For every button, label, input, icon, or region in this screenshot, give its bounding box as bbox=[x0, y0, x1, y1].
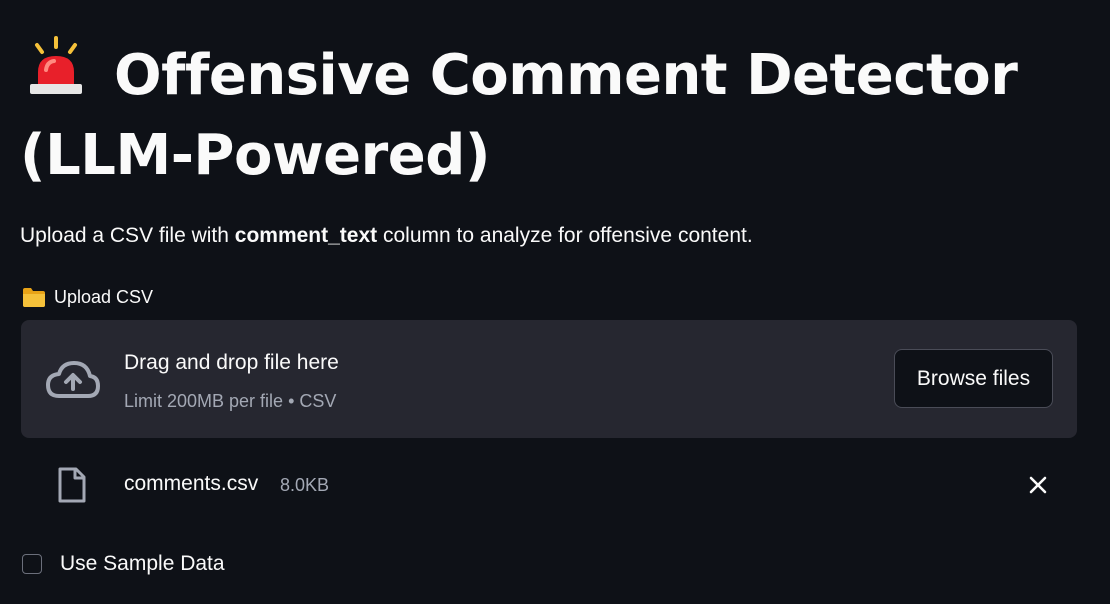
uploaded-file-row: comments.csv 8.0KB bbox=[21, 462, 1077, 508]
intro-prefix: Upload a CSV file with bbox=[20, 224, 235, 247]
cloud-upload-icon bbox=[46, 361, 100, 398]
dropzone-title: Drag and drop file here bbox=[124, 351, 339, 374]
rotating-light-siren-icon bbox=[30, 36, 82, 94]
checkbox-box[interactable] bbox=[22, 554, 42, 574]
remove-file-button[interactable] bbox=[1023, 470, 1053, 500]
intro-column-name: comment_text bbox=[234, 224, 378, 247]
close-icon bbox=[1029, 476, 1047, 494]
dropzone-limit-text: Limit 200MB per file • CSV bbox=[124, 391, 337, 411]
uploaded-file-name: comments.csv bbox=[124, 472, 259, 495]
page-title-text: Offensive Comment Detector (LLM-Powered) bbox=[20, 43, 1018, 188]
page-title: Offensive Comment Detector (LLM-Powered) bbox=[20, 36, 1080, 196]
browse-files-button[interactable]: Browse files bbox=[894, 349, 1053, 408]
use-sample-data-checkbox[interactable]: Use Sample Data bbox=[22, 549, 225, 579]
file-dropzone[interactable]: Drag and drop file here Limit 200MB per … bbox=[21, 320, 1077, 438]
app-page: Offensive Comment Detector (LLM-Powered)… bbox=[0, 0, 1110, 604]
use-sample-data-label: Use Sample Data bbox=[60, 552, 225, 575]
intro-suffix: column to analyze for offensive content. bbox=[377, 224, 753, 247]
folder-icon bbox=[23, 288, 45, 307]
uploaded-file-size: 8.0KB bbox=[280, 475, 330, 495]
intro-text: Upload a CSV file with comment_text colu… bbox=[20, 221, 753, 251]
upload-csv-label-text: Upload CSV bbox=[54, 287, 154, 307]
upload-csv-label: Upload CSV bbox=[22, 284, 153, 310]
file-icon bbox=[58, 467, 86, 503]
